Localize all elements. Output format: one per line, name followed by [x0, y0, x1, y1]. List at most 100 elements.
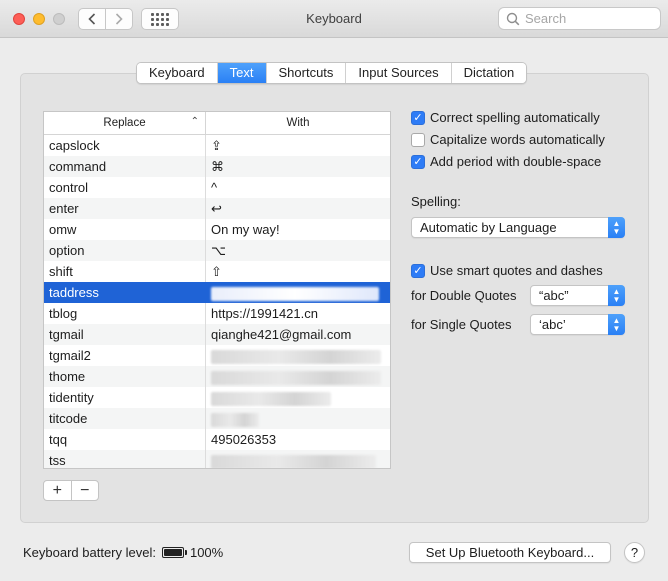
- checkbox-label: Capitalize words automatically: [430, 132, 605, 147]
- replace-cell: tblog: [44, 303, 206, 324]
- search-input[interactable]: [525, 11, 655, 26]
- capitalize-words-checkbox[interactable]: Capitalize words automatically: [411, 132, 605, 147]
- table-row[interactable]: control ^: [44, 177, 390, 198]
- with-cell-redacted: [206, 345, 390, 366]
- double-quotes-label: for Double Quotes: [411, 288, 517, 303]
- replace-cell: tidentity: [44, 387, 206, 408]
- text-replacements-table[interactable]: Replace ⌃ With capslock ⇪ command ⌘ contro…: [43, 111, 391, 469]
- spelling-language-popup[interactable]: Automatic by Language ▲ ▼: [411, 217, 625, 238]
- checkmark-icon: ✓: [411, 263, 425, 278]
- table-row[interactable]: tqq 495026353: [44, 429, 390, 450]
- sort-ascending-icon: ⌃: [190, 116, 199, 127]
- redacted-text: [211, 349, 381, 364]
- battery-icon: [161, 547, 187, 558]
- with-cell: ⌥: [211, 243, 226, 258]
- replace-cell: omw: [44, 219, 206, 240]
- help-button[interactable]: ?: [624, 542, 645, 563]
- updown-chevron-icon: ▲ ▼: [608, 314, 625, 335]
- replace-cell: tss: [44, 450, 206, 468]
- popup-value: “abc”: [539, 288, 569, 303]
- with-cell: On my way!: [211, 222, 280, 237]
- column-header-label: Replace: [103, 117, 146, 129]
- table-row[interactable]: shift ⇧: [44, 261, 390, 282]
- single-quotes-label: for Single Quotes: [411, 317, 512, 332]
- replace-cell: tgmail: [44, 324, 206, 345]
- replace-cell: tgmail2: [44, 345, 206, 366]
- with-cell: https://1991421.cn: [211, 306, 318, 321]
- search-icon: [506, 12, 520, 25]
- table-row[interactable]: tgmail2: [44, 345, 390, 366]
- replace-cell: shift: [44, 261, 206, 282]
- remove-replacement-button[interactable]: −: [72, 481, 99, 500]
- table-row[interactable]: titcode: [44, 408, 390, 429]
- tab-text[interactable]: Text: [217, 63, 267, 83]
- replace-cell: control: [44, 177, 206, 198]
- popup-value: Automatic by Language: [420, 220, 557, 235]
- correct-spelling-checkbox[interactable]: ✓ Correct spelling automatically: [411, 110, 600, 125]
- popup-value: ‘abc’: [539, 317, 566, 332]
- setup-bluetooth-keyboard-button[interactable]: Set Up Bluetooth Keyboard...: [409, 542, 611, 563]
- with-cell-redacted: [206, 408, 390, 429]
- title-bar: Keyboard: [0, 0, 668, 38]
- tab-input-sources[interactable]: Input Sources: [346, 63, 452, 83]
- checkbox-label: Use smart quotes and dashes: [430, 263, 603, 278]
- replace-cell: command: [44, 156, 206, 177]
- table-row[interactable]: tss: [44, 450, 390, 468]
- tab-shortcuts[interactable]: Shortcuts: [266, 63, 347, 83]
- double-quotes-popup[interactable]: “abc” ▲ ▼: [530, 285, 625, 306]
- single-quotes-popup[interactable]: ‘abc’ ▲ ▼: [530, 314, 625, 335]
- table-row[interactable]: tidentity: [44, 387, 390, 408]
- with-cell: ⇧: [211, 264, 222, 279]
- with-cell: ⌘: [211, 159, 224, 174]
- replace-cell: enter: [44, 198, 206, 219]
- table-row[interactable]: capslock ⇪: [44, 135, 390, 156]
- search-field[interactable]: [498, 7, 661, 30]
- smart-quotes-checkbox[interactable]: ✓ Use smart quotes and dashes: [411, 263, 603, 278]
- battery-label: Keyboard battery level:: [23, 545, 156, 560]
- with-cell: qianghe421@gmail.com: [211, 327, 352, 342]
- add-replacement-button[interactable]: +: [44, 481, 72, 500]
- spelling-label: Spelling:: [411, 194, 461, 209]
- with-cell: ↩: [211, 201, 222, 216]
- add-remove-control: + −: [43, 480, 99, 501]
- redacted-text: [211, 454, 376, 468]
- updown-chevron-icon: ▲ ▼: [608, 285, 625, 306]
- updown-chevron-icon: ▲ ▼: [608, 217, 625, 238]
- table-row-selected[interactable]: taddress: [44, 282, 390, 303]
- with-cell-redacted: [206, 366, 390, 387]
- replace-cell: tqq: [44, 429, 206, 450]
- with-cell-redacted: [206, 282, 390, 303]
- replace-cell: thome: [44, 366, 206, 387]
- redacted-text: [211, 391, 331, 406]
- column-header-replace[interactable]: Replace ⌃: [44, 112, 206, 134]
- table-row[interactable]: enter ↩: [44, 198, 390, 219]
- with-cell: ⇪: [211, 138, 222, 153]
- replace-cell: taddress: [44, 282, 206, 303]
- table-header: Replace ⌃ With: [44, 112, 390, 135]
- table-body: capslock ⇪ command ⌘ control ^ enter ↩ omw On…: [44, 135, 390, 468]
- table-row[interactable]: omw On my way!: [44, 219, 390, 240]
- with-cell: 495026353: [211, 432, 277, 447]
- tab-keyboard[interactable]: Keyboard: [137, 63, 218, 83]
- checkmark-icon: ✓: [411, 154, 425, 169]
- tab-dictation[interactable]: Dictation: [451, 63, 527, 83]
- table-row[interactable]: command ⌘: [44, 156, 390, 177]
- checkmark-icon: ✓: [411, 110, 425, 125]
- empty-checkbox-icon: [411, 132, 425, 147]
- table-row[interactable]: thome: [44, 366, 390, 387]
- column-header-with[interactable]: With: [206, 112, 390, 134]
- table-row[interactable]: tblog https://1991421.cn: [44, 303, 390, 324]
- checkbox-label: Add period with double-space: [430, 154, 602, 169]
- redacted-text: [211, 286, 379, 301]
- replace-cell: titcode: [44, 408, 206, 429]
- add-period-checkbox[interactable]: ✓ Add period with double-space: [411, 154, 601, 169]
- checkbox-label: Correct spelling automatically: [430, 110, 600, 125]
- battery-status: Keyboard battery level: 100%: [23, 545, 223, 560]
- table-row[interactable]: tgmail qianghe421@gmail.com: [44, 324, 390, 345]
- battery-value: 100%: [189, 545, 224, 560]
- redacted-text: [211, 412, 259, 427]
- column-header-label: With: [286, 117, 310, 129]
- redacted-text: [211, 370, 381, 385]
- table-row[interactable]: option ⌥: [44, 240, 390, 261]
- replace-cell: capslock: [44, 135, 206, 156]
